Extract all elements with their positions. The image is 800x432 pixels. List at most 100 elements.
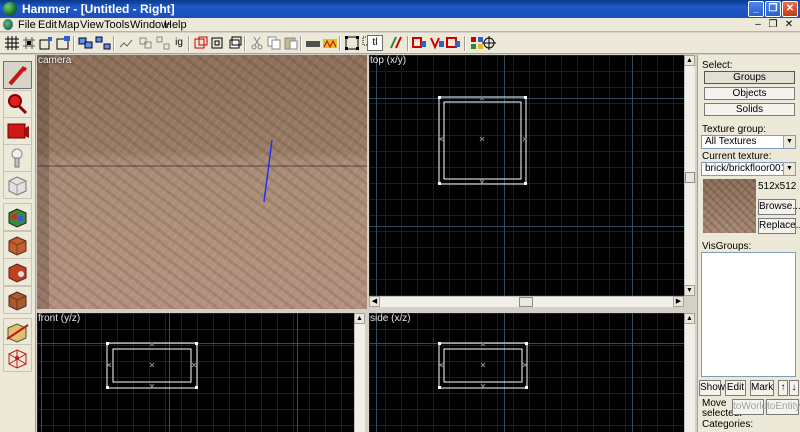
menu-edit[interactable]: Edit: [38, 19, 57, 31]
scroll-up-arrow-icon[interactable]: ▲: [684, 313, 695, 324]
viewport-label-top[interactable]: top (x/y): [370, 55, 406, 66]
cordon-icon[interactable]: [227, 35, 243, 51]
flip-icon[interactable]: [388, 35, 404, 51]
scroll-up-arrow-icon[interactable]: ▲: [684, 55, 695, 66]
menu-help[interactable]: Help: [164, 19, 187, 31]
texture-lock-button[interactable]: tl: [367, 35, 383, 51]
chevron-down-icon[interactable]: ▼: [783, 163, 795, 175]
side-viewport[interactable]: side (x/z): [369, 313, 684, 432]
copy-icon[interactable]: [266, 35, 282, 51]
to-world-button[interactable]: toWorld: [732, 399, 767, 415]
mdi-close-button[interactable]: ✕: [783, 19, 795, 31]
select-groups-button[interactable]: Groups: [704, 71, 795, 84]
apply-current-texture-tool[interactable]: [3, 231, 32, 259]
vertex-tool[interactable]: [3, 344, 32, 372]
scroll-down-arrow-icon[interactable]: ▼: [684, 285, 695, 296]
move-to-entity-icon[interactable]: [429, 35, 445, 51]
edit-button[interactable]: Edit: [725, 380, 746, 396]
clipping-tool[interactable]: [3, 318, 32, 346]
ignore-groups-button[interactable]: ig: [171, 35, 187, 51]
texture-group-label: Texture group:: [702, 124, 766, 135]
toolbar-separator: [73, 36, 75, 51]
close-button[interactable]: ✕: [782, 1, 798, 17]
group-icon[interactable]: [78, 35, 94, 51]
texture-group-value: All Textures: [705, 136, 757, 147]
check-problems-icon[interactable]: [446, 35, 462, 51]
visgroups-list[interactable]: [701, 252, 796, 377]
cut-icon[interactable]: [249, 35, 265, 51]
hammer-app-icon[interactable]: [3, 2, 17, 16]
paste-icon[interactable]: [283, 35, 299, 51]
grid-toggle-icon[interactable]: [4, 35, 20, 51]
crosshair-target-icon[interactable]: [481, 35, 497, 51]
mdi-restore-button[interactable]: ❐: [767, 19, 779, 31]
camera-direction-line: [263, 139, 273, 203]
select-solids-button[interactable]: Solids: [704, 103, 795, 116]
menu-file[interactable]: File: [18, 19, 36, 31]
hide-selected-icon[interactable]: [118, 35, 134, 51]
viewport-label-front[interactable]: front (y/z): [38, 313, 80, 324]
decal-tool[interactable]: [3, 258, 32, 286]
texture-group-select[interactable]: All Textures ▼: [701, 135, 796, 149]
magnify-tool-icon: [8, 94, 28, 115]
move-up-button[interactable]: ↑: [778, 380, 788, 396]
overlay-tool[interactable]: [3, 286, 32, 314]
texture-preview[interactable]: [703, 179, 756, 233]
top-vertical-scrollbar[interactable]: ▲ ▼: [684, 55, 695, 296]
apply-texture-tool[interactable]: [3, 203, 32, 231]
move-to-world-icon[interactable]: [412, 35, 428, 51]
larger-grid-icon[interactable]: [55, 35, 71, 51]
current-texture-select[interactable]: brick/brickfloor001a ▼: [701, 162, 796, 176]
camera-viewport[interactable]: camera: [37, 55, 367, 309]
mdi-minimize-button[interactable]: –: [752, 19, 764, 31]
side-vertical-scrollbar[interactable]: ▲: [684, 313, 695, 432]
scroll-right-arrow-icon[interactable]: ▶: [673, 296, 684, 307]
menu-view[interactable]: View: [80, 19, 104, 31]
scroll-thumb[interactable]: [519, 297, 533, 307]
document-icon[interactable]: [3, 19, 13, 30]
top-horizontal-scrollbar[interactable]: ◀ ▶: [369, 296, 684, 307]
select-label: Select:: [702, 60, 733, 71]
menu-map[interactable]: Map: [58, 19, 79, 31]
brush-outline-side: [438, 341, 528, 389]
mark-button[interactable]: Mark: [750, 380, 774, 396]
browse-button[interactable]: Browse...: [758, 199, 800, 215]
select-objects-button[interactable]: Objects: [704, 87, 795, 100]
viewport-label-camera[interactable]: camera: [38, 55, 71, 66]
menu-tools[interactable]: Tools: [104, 19, 130, 31]
camera-tool[interactable]: [3, 117, 32, 145]
entity-tool[interactable]: [3, 144, 32, 172]
to-entity-button[interactable]: toEntity: [766, 399, 800, 415]
smaller-grid-icon[interactable]: [38, 35, 54, 51]
grid-dots-icon[interactable]: [21, 35, 37, 51]
texture-scale-lock-icon[interactable]: [322, 35, 338, 51]
block-tool[interactable]: [3, 171, 32, 199]
chevron-down-icon[interactable]: ▼: [783, 136, 795, 148]
magnify-tool[interactable]: [3, 90, 32, 118]
maximize-button[interactable]: ❐: [765, 1, 781, 17]
selection-ungroup-icon[interactable]: [155, 35, 171, 51]
move-down-button[interactable]: ↓: [789, 380, 799, 396]
toolbar-separator: [244, 36, 246, 51]
viewport-label-side[interactable]: side (x/z): [370, 313, 411, 324]
minimize-button[interactable]: _: [748, 1, 764, 17]
top-viewport[interactable]: top (x/y): [369, 55, 684, 296]
front-vertical-scrollbar[interactable]: ▲: [354, 313, 365, 432]
ungroup-icon[interactable]: [95, 35, 111, 51]
show-button[interactable]: Show: [699, 380, 725, 396]
scroll-up-arrow-icon[interactable]: ▲: [354, 313, 365, 324]
scroll-left-arrow-icon[interactable]: ◀: [369, 296, 380, 307]
front-viewport[interactable]: front (y/z): [37, 313, 354, 432]
scroll-thumb[interactable]: [685, 172, 695, 183]
selection-group-icon[interactable]: [138, 35, 154, 51]
selection-tool-icon: [8, 66, 27, 86]
camera-tool-icon: [7, 123, 29, 139]
selection-bounds-icon[interactable]: [344, 35, 360, 51]
replace-button[interactable]: Replace...: [758, 218, 800, 234]
texture-lock-icon[interactable]: [305, 35, 321, 51]
hollow-icon[interactable]: [210, 35, 226, 51]
selection-tool[interactable]: [3, 61, 32, 89]
carve-icon[interactable]: [193, 35, 209, 51]
window-title: Hammer - [Untitled - Right]: [22, 2, 175, 16]
current-texture-value: brick/brickfloor001a: [705, 163, 792, 174]
